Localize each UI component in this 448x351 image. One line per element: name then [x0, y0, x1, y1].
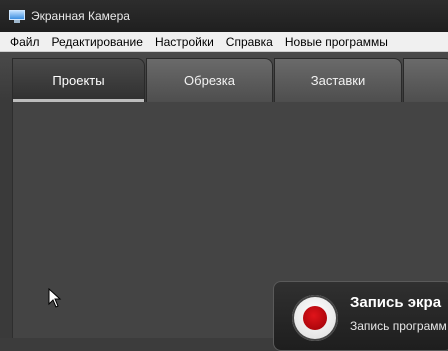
window-title: Экранная Камера	[31, 9, 130, 23]
menu-file[interactable]: Файл	[0, 35, 46, 49]
tab-projects[interactable]: Проекты	[12, 58, 145, 102]
tab-next[interactable]	[403, 58, 448, 102]
menu-bar: Файл Редактирование Настройки Справка Но…	[0, 32, 448, 52]
left-gutter	[0, 102, 12, 338]
title-bar: Экранная Камера	[0, 0, 448, 32]
tab-intros[interactable]: Заставки	[274, 58, 402, 102]
record-button[interactable]	[292, 295, 338, 341]
menu-edit[interactable]: Редактирование	[46, 35, 149, 49]
tab-strip: Проекты Обрезка Заставки	[0, 52, 448, 102]
menu-help[interactable]: Справка	[220, 35, 279, 49]
menu-new-programs[interactable]: Новые программы	[279, 35, 394, 49]
tab-trim[interactable]: Обрезка	[146, 58, 273, 102]
menu-settings[interactable]: Настройки	[149, 35, 220, 49]
record-card-subtitle: Запись программ	[350, 319, 447, 333]
mouse-cursor-icon	[48, 288, 62, 308]
record-dot-icon	[303, 306, 327, 330]
record-card-title: Запись экра	[350, 294, 442, 311]
record-screen-card[interactable]: Запись экра Запись программ	[273, 281, 448, 351]
app-monitor-icon	[9, 9, 25, 23]
